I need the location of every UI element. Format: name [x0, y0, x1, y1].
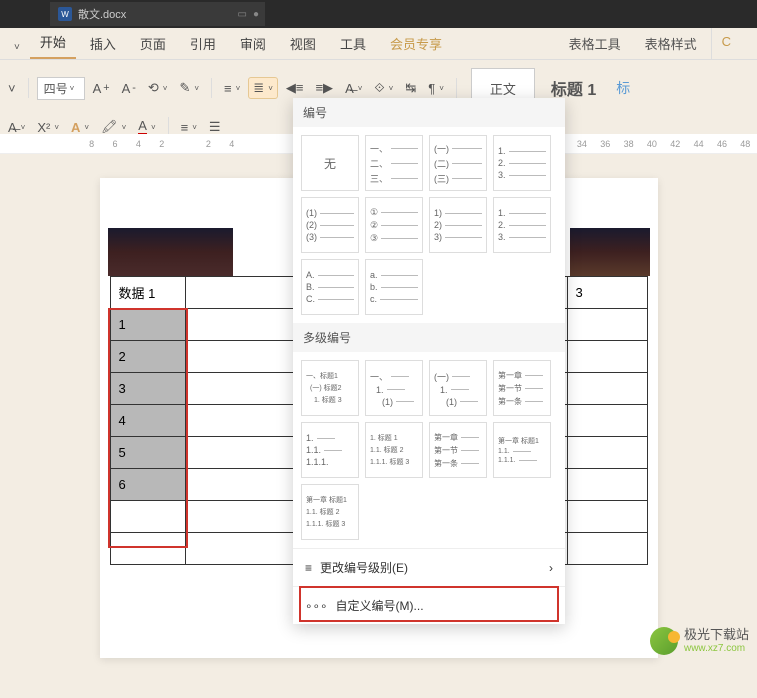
embedded-image-1[interactable]: [108, 228, 233, 276]
numbering-button[interactable]: ≣˅: [248, 77, 278, 99]
table-cell[interactable]: 1: [110, 309, 185, 341]
table-cell[interactable]: 3: [567, 277, 647, 309]
menu-review[interactable]: 审阅: [230, 28, 276, 59]
paragraph-mark-button[interactable]: ¶˅: [424, 77, 448, 100]
multilevel-section-title: 多级编号: [293, 323, 565, 352]
menu-bar: ˅ 开始 插入 页面 引用 审阅 视图 工具 会员专享 表格工具 表格样式 C: [0, 28, 757, 60]
font-size-select[interactable]: 四号˅: [37, 77, 85, 100]
tab-dot-icon[interactable]: ●: [253, 9, 259, 20]
numbering-preset[interactable]: 一、 二、 三、: [365, 135, 423, 191]
numbering-preset[interactable]: (1) (2) (3): [301, 197, 359, 253]
menu-reference[interactable]: 引用: [180, 28, 226, 59]
title-tab-bar: W 散文.docx ▭ ●: [0, 0, 757, 28]
multilevel-preset[interactable]: 第一章 标题1 1.1. 1.1.1.: [493, 422, 551, 478]
menu-insert[interactable]: 插入: [80, 28, 126, 59]
numbering-presets-grid: 无 一、 二、 三、 (一) (二) (三) 1. 2. 3. (1) (2) …: [293, 127, 565, 323]
watermark-name: 极光下载站: [684, 627, 749, 643]
menu-start[interactable]: 开始: [30, 26, 76, 59]
menu-table-tools[interactable]: 表格工具: [559, 28, 631, 59]
numbering-dropdown-panel: 编号 无 一、 二、 三、 (一) (二) (三) 1. 2. 3. (1) (…: [293, 98, 565, 624]
multilevel-preset[interactable]: 第一章 第一节 第一条: [429, 422, 487, 478]
table-cell[interactable]: 5: [110, 437, 185, 469]
indent-icon: ≡: [305, 561, 312, 575]
tab-actions: ▭ ●: [238, 9, 260, 20]
tab-stops-button[interactable]: ↹: [401, 76, 420, 100]
numbering-preset[interactable]: (一) (二) (三): [429, 135, 487, 191]
numbering-preset[interactable]: ① ② ③: [365, 197, 423, 253]
tab-save-icon[interactable]: ▭: [238, 9, 247, 20]
embedded-image-2[interactable]: [570, 228, 650, 276]
text-effects-button[interactable]: A̶˅: [341, 77, 366, 100]
multilevel-preset[interactable]: (一) 1. (1): [429, 360, 487, 416]
format-brush-button[interactable]: ✎˅: [175, 76, 203, 100]
menu-truncated-right[interactable]: C: [711, 28, 741, 59]
multilevel-preset[interactable]: 1. 1.1. 1.1.1.: [301, 422, 359, 478]
numbering-section-title: 编号: [293, 98, 565, 127]
document-filename: 散文.docx: [78, 6, 126, 22]
font-decrease-button[interactable]: A-: [118, 77, 140, 100]
change-level-menuitem[interactable]: ≡ 更改编号级别(E) ›: [293, 548, 565, 586]
menu-view[interactable]: 视图: [280, 28, 326, 59]
menu-table-style[interactable]: 表格样式: [635, 28, 707, 59]
table-cell[interactable]: 6: [110, 469, 185, 501]
document-tab[interactable]: W 散文.docx ▭ ●: [50, 2, 265, 26]
custom-numbering-menuitem[interactable]: ∘∘∘ 自定义编号(M)...: [293, 586, 565, 624]
menu-tools[interactable]: 工具: [330, 28, 376, 59]
word-doc-icon: W: [58, 7, 72, 21]
indent-button[interactable]: ≡▶: [311, 76, 337, 100]
multilevel-preset[interactable]: 第一章 第一节 第一条: [493, 360, 551, 416]
more-icon: ∘∘∘: [305, 599, 328, 613]
watermark-url: www.xz7.com: [684, 643, 749, 655]
multilevel-preset[interactable]: 1. 标题 1 1.1. 标题 2 1.1.1. 标题 3: [365, 422, 423, 478]
numbering-preset[interactable]: 1. 2. 3.: [493, 135, 551, 191]
font-select-caret[interactable]: ˅: [4, 77, 20, 100]
app-menu-dropdown[interactable]: ˅: [8, 36, 26, 59]
font-increase-button[interactable]: A+: [89, 77, 114, 100]
menu-member[interactable]: 会员专享: [380, 28, 452, 59]
multilevel-presets-grid: 一、标题1 (一) 标题2 1. 标题 3 一、 1. (1) (一) 1. (…: [293, 352, 565, 548]
numbering-preset[interactable]: A. B. C.: [301, 259, 359, 315]
numbering-preset[interactable]: 1) 2) 3): [429, 197, 487, 253]
outdent-button[interactable]: ◀≡: [282, 76, 308, 100]
clear-format-button[interactable]: ⟲˅: [144, 76, 172, 100]
numbering-preset[interactable]: a. b. c.: [365, 259, 423, 315]
multilevel-preset[interactable]: 一、 1. (1): [365, 360, 423, 416]
bullets-button[interactable]: ≡˅: [220, 77, 244, 100]
numbering-preset[interactable]: 1. 2. 3.: [493, 197, 551, 253]
table-cell[interactable]: 2: [110, 341, 185, 373]
table-header-cell[interactable]: 数据 1: [110, 277, 185, 309]
chevron-right-icon: ›: [549, 561, 553, 575]
char-shading-button[interactable]: ⟐˅: [370, 76, 397, 100]
watermark-logo-icon: [650, 627, 678, 655]
multilevel-preset[interactable]: 第一章 标题1 1.1. 标题 2 1.1.1. 标题 3: [301, 484, 359, 540]
site-watermark: 极光下载站 www.xz7.com: [650, 627, 749, 655]
numbering-preset-none[interactable]: 无: [301, 135, 359, 191]
menu-page[interactable]: 页面: [130, 28, 176, 59]
multilevel-preset[interactable]: 一、标题1 (一) 标题2 1. 标题 3: [301, 360, 359, 416]
style-truncated[interactable]: 标: [612, 68, 634, 108]
table-cell[interactable]: 3: [110, 373, 185, 405]
table-cell[interactable]: 4: [110, 405, 185, 437]
